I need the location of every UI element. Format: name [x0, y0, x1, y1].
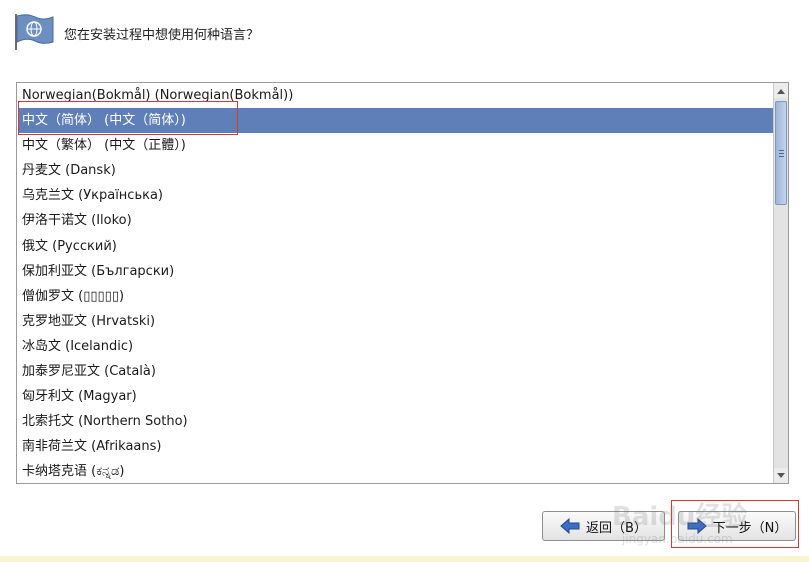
language-list-item[interactable]: 匈牙利文 (Magyar) — [18, 384, 773, 409]
scroll-thumb[interactable] — [775, 101, 787, 205]
language-list-item[interactable]: 南非荷兰文 (Afrikaans) — [18, 434, 773, 459]
installer-window: 您在安装过程中想使用何种语言？ Norwegian(Bokmål) (Norwe… — [0, 0, 809, 562]
language-list-item[interactable]: 卡纳塔克语 (ಕನ್ನಡ) — [18, 459, 773, 483]
arrow-left-icon — [560, 518, 580, 534]
scroll-down-button[interactable] — [774, 468, 788, 483]
language-list-item[interactable]: 克罗地亚文 (Hrvatski) — [18, 309, 773, 334]
language-list-item[interactable]: 伊洛干诺文 (Iloko) — [18, 208, 773, 233]
bottom-strip — [0, 556, 809, 562]
scroll-down-arrow-icon — [777, 472, 785, 478]
vertical-scrollbar[interactable] — [773, 83, 788, 483]
scroll-up-arrow-icon — [777, 88, 785, 94]
back-button[interactable]: 返回（B） — [542, 511, 665, 541]
grip-icon — [778, 149, 784, 157]
language-list-item[interactable]: 丹麦文 (Dansk) — [18, 158, 773, 183]
header: 您在安装过程中想使用何种语言？ — [0, 0, 809, 60]
scroll-up-button[interactable] — [774, 83, 788, 98]
language-list-item[interactable]: 俄文 (Русский) — [18, 234, 773, 259]
language-question: 您在安装过程中想使用何种语言？ — [64, 28, 260, 43]
language-list-item[interactable]: 僧伽罗文 (▯▯▯▯▯) — [18, 284, 773, 309]
annotation-highlight-next — [671, 500, 799, 548]
language-list-item[interactable]: 冰岛文 (Icelandic) — [18, 334, 773, 359]
annotation-highlight-selected — [18, 101, 238, 135]
language-list-item[interactable]: 加泰罗尼亚文 (Català) — [18, 359, 773, 384]
language-listbox[interactable]: Norwegian(Bokmål) (Norwegian(Bokmål)) 中文（… — [16, 82, 789, 484]
flag-globe-icon — [13, 12, 55, 52]
language-list-item[interactable]: 保加利亚文 (Български) — [18, 259, 773, 284]
back-button-label: 返回（B） — [586, 520, 647, 536]
language-list[interactable]: Norwegian(Bokmål) (Norwegian(Bokmål)) 中文（… — [18, 83, 773, 483]
language-list-item[interactable]: 北索托文 (Northern Sotho) — [18, 409, 773, 434]
language-list-item[interactable]: 乌克兰文 (Українська) — [18, 183, 773, 208]
language-list-item[interactable]: 中文（繁体） (中文（正體）) — [18, 133, 773, 158]
